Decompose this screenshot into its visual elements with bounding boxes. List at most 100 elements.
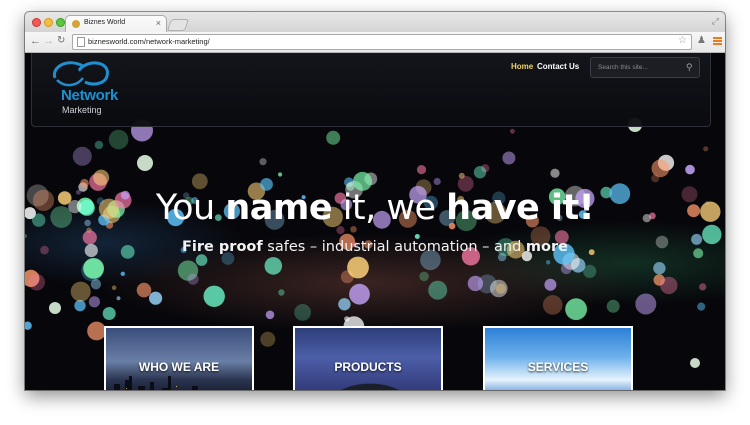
bokeh-light [80, 178, 89, 188]
bokeh-light [191, 173, 208, 190]
bokeh-light [699, 283, 707, 291]
hero-title: You name it, we have it! [155, 188, 595, 228]
bokeh-light [697, 302, 706, 311]
bokeh-light [120, 271, 126, 276]
bokeh-light [467, 275, 484, 292]
bokeh-light [28, 273, 45, 291]
logo-subtitle: Marketing [62, 105, 102, 115]
bokeh-light [94, 140, 104, 150]
bokeh-light [25, 321, 32, 330]
bokeh-light [195, 254, 208, 266]
tab-close-icon[interactable]: × [156, 18, 161, 28]
services-tile[interactable]: SERVICES [483, 326, 633, 390]
minimize-window-button[interactable] [44, 18, 53, 27]
bokeh-light [606, 299, 620, 313]
bokeh-light [326, 130, 341, 145]
bokeh-light [416, 165, 427, 175]
bokeh-light [72, 146, 92, 166]
bokeh-light [265, 310, 275, 320]
nav-home-link[interactable]: Home [511, 62, 533, 71]
bokeh-light [433, 177, 441, 186]
bokeh-light [259, 158, 267, 166]
tab-title: Biznes World [84, 19, 126, 26]
bokeh-light [136, 282, 152, 298]
bokeh-light [88, 296, 100, 308]
address-bar[interactable]: biznesworld.com/network-marketing/ ☆ [72, 34, 692, 50]
search-box: ⚲ [590, 57, 700, 78]
bokeh-light [419, 271, 429, 282]
bokeh-light [93, 169, 110, 186]
search-input[interactable] [591, 58, 684, 77]
bokeh-light [583, 264, 597, 278]
browser-tab[interactable]: Biznes World × [65, 15, 167, 33]
bokeh-light [510, 128, 515, 134]
hero-subtitle: Fire proof safes – industrial automation… [182, 239, 568, 255]
bokeh-light [111, 285, 117, 290]
bokeh-light [90, 279, 102, 290]
bokeh-light [108, 129, 129, 150]
bokeh-light [278, 289, 285, 296]
fullscreen-icon[interactable]: ⤢ [712, 16, 719, 27]
hamburger-icon[interactable] [713, 37, 722, 45]
bokeh-light [70, 281, 91, 302]
bokeh-light [635, 293, 657, 315]
products-tile[interactable]: PRODUCTS [293, 326, 443, 390]
bokeh-light [349, 283, 370, 305]
bokeh-light [550, 168, 560, 178]
bokeh-light [102, 307, 116, 320]
site-header: Network Marketing Home Contact Us ⚲ [31, 53, 711, 127]
page-icon [77, 37, 85, 47]
browser-window: Biznes World × ⤢ ← → ↻ biznesworld.com/n… [25, 12, 725, 390]
arrow-right-icon[interactable]: → [43, 35, 54, 47]
bokeh-light [685, 164, 695, 175]
bokeh-light [560, 263, 572, 275]
bokeh-light [278, 172, 283, 177]
nav-contact-link[interactable]: Contact Us [537, 62, 579, 71]
bokeh-light [264, 257, 283, 275]
bokeh-light [473, 166, 487, 179]
bokeh-light [137, 155, 153, 171]
bokeh-light [344, 316, 350, 322]
bokeh-light [690, 358, 700, 368]
bokeh-light [338, 298, 351, 311]
logo-title[interactable]: Network [61, 87, 118, 104]
who-we-are-label: WHO WE ARE [138, 360, 220, 374]
bokeh-light [83, 258, 104, 279]
bokeh-light [660, 276, 678, 295]
bokeh-light [703, 146, 709, 152]
title-bar: Biznes World × ⤢ [25, 12, 725, 33]
bokeh-light [502, 151, 516, 165]
bokeh-light [428, 280, 448, 300]
browser-toolbar: ← → ↻ biznesworld.com/network-marketing/… [25, 32, 725, 53]
new-tab-button[interactable] [166, 19, 190, 31]
bokeh-light [25, 234, 28, 238]
bokeh-light [565, 298, 587, 321]
bokeh-light [347, 256, 369, 279]
search-icon[interactable]: ⚲ [686, 62, 693, 73]
extension-icon[interactable]: ♟ [697, 35, 706, 46]
close-window-button[interactable] [32, 18, 41, 27]
bokeh-light [651, 159, 670, 178]
bokeh-light [544, 278, 557, 291]
maximize-window-button[interactable] [56, 18, 65, 27]
reload-icon[interactable]: ↻ [57, 35, 65, 47]
bokeh-light [149, 291, 163, 305]
bokeh-light [653, 262, 666, 275]
star-icon[interactable]: ☆ [678, 35, 687, 46]
bokeh-light [74, 299, 86, 312]
bokeh-light [187, 273, 199, 285]
bokeh-light [294, 304, 311, 321]
bokeh-light [542, 295, 563, 315]
bokeh-light [116, 296, 121, 301]
favicon-icon [72, 20, 80, 28]
url-text[interactable]: biznesworld.com/network-marketing/ [88, 37, 210, 46]
arrow-left-icon[interactable]: ← [30, 35, 41, 47]
who-we-are-tile[interactable]: WHO WE ARE [104, 326, 254, 390]
bokeh-light [260, 331, 276, 347]
products-label: PRODUCTS [334, 360, 402, 374]
bokeh-light [495, 283, 506, 294]
services-label: SERVICES [527, 360, 589, 374]
bokeh-light [203, 285, 225, 307]
bokeh-light [49, 302, 61, 314]
bokeh-light [546, 260, 551, 265]
